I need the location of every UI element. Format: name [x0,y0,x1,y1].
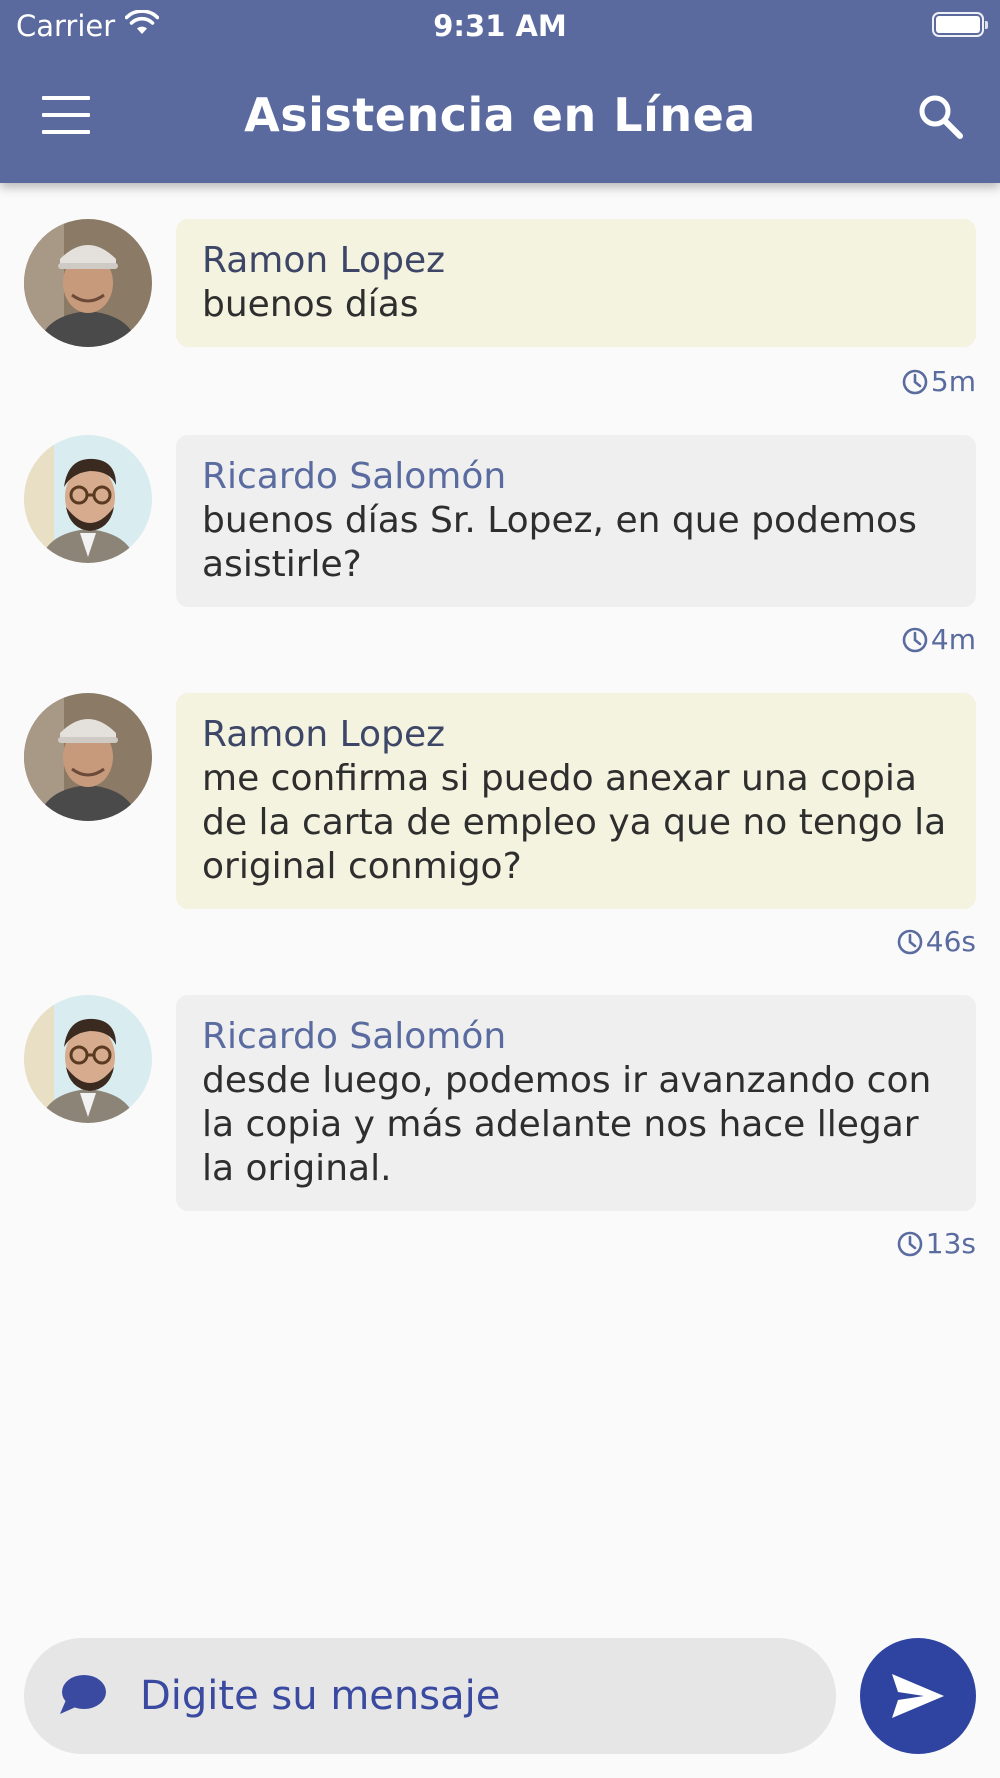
time-label: 5m [930,365,976,398]
clock-icon [902,369,928,394]
message-text: buenos días Sr. Lopez, en que podemos as… [202,500,917,585]
message-bubble: Ricardo Salomón buenos días Sr. Lopez, e… [176,435,976,607]
message-composer [24,1638,836,1754]
message-bubble: Ramon Lopez buenos días [176,219,976,347]
message-input[interactable] [140,1664,800,1728]
avatar-ramon-lopez [24,693,152,821]
time-label: 13s [925,1227,976,1260]
message-time: 13s [896,1227,976,1260]
sender-name: Ramon Lopez [202,240,445,281]
page-title: Asistencia en Línea [244,88,756,142]
status-time: 9:31 AM [433,9,567,43]
clock-icon [902,627,928,652]
message-time: 46s [896,925,976,958]
message-text: buenos días [202,284,419,325]
message-text: me confirma si puedo anexar una copia de… [202,758,947,887]
avatar-ramon-lopez [24,219,152,347]
search-icon[interactable] [916,92,966,142]
sender-name: Ricardo Salomón [202,456,507,497]
message-time: 4m [901,623,976,656]
time-label: 4m [930,623,976,656]
send-icon [892,1674,944,1718]
clock-icon [897,929,923,954]
sender-name: Ricardo Salomón [202,1016,507,1057]
message-bubble: Ricardo Salomón desde luego, podemos ir … [176,995,976,1211]
message-bubble: Ramon Lopez me confirma si puedo anexar … [176,693,976,909]
avatar-ricardo-salomon [24,995,152,1123]
clock-icon [897,1231,923,1256]
chat-bubble-icon [58,1672,108,1722]
avatar-ricardo-salomon [24,435,152,563]
app-header: Carrier 9:31 AM Asistencia en Línea [0,0,1000,183]
send-button[interactable] [860,1638,976,1754]
time-label: 46s [925,925,976,958]
message-text: desde luego, podemos ir avanzando con la… [202,1060,932,1189]
sender-name: Ramon Lopez [202,714,445,755]
message-time: 5m [901,365,976,398]
battery-icon [932,12,988,37]
